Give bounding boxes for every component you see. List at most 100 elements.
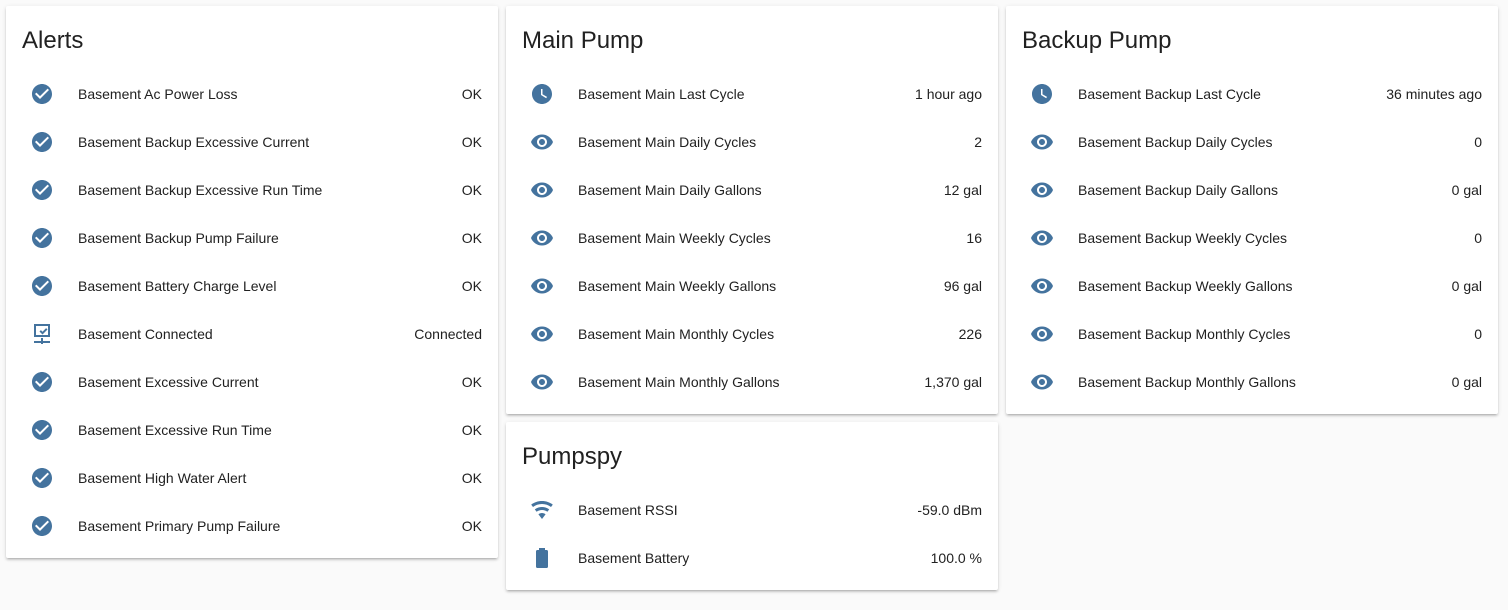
- entity-state: OK: [461, 134, 482, 150]
- entity-row[interactable]: Basement Main Weekly Cycles 16: [506, 214, 998, 262]
- entity-state: OK: [461, 230, 482, 246]
- entity-state: 16: [966, 230, 982, 246]
- card-title: Alerts: [22, 27, 84, 54]
- main-pump-card: Main Pump Basement Main Last Cycle 1 hour…: [506, 6, 998, 414]
- entity-name: Basement Backup Weekly Gallons: [1078, 278, 1293, 294]
- entity-state: 0: [1474, 134, 1482, 150]
- eye-icon: [1022, 314, 1062, 354]
- check-circle-icon: [22, 122, 62, 162]
- wifi-icon: [522, 490, 562, 530]
- entity-name: Basement Excessive Run Time: [78, 422, 272, 438]
- entity-state: OK: [461, 278, 482, 294]
- entity-state: 0 gal: [1451, 182, 1482, 198]
- eye-icon: [522, 170, 562, 210]
- entity-row[interactable]: Basement Connected Connected: [6, 310, 498, 358]
- entity-state: 96 gal: [943, 278, 982, 294]
- entity-name: Basement Backup Last Cycle: [1078, 86, 1261, 102]
- entity-row[interactable]: Basement Backup Pump Failure OK: [6, 214, 498, 262]
- eye-icon: [1022, 170, 1062, 210]
- entity-state: 2: [974, 134, 982, 150]
- check-circle-icon: [22, 410, 62, 450]
- entity-name: Basement Main Last Cycle: [578, 86, 745, 102]
- entity-row[interactable]: Basement Main Weekly Gallons 96 gal: [506, 262, 998, 310]
- check-circle-icon: [22, 74, 62, 114]
- entity-name: Basement Main Monthly Cycles: [578, 326, 775, 342]
- entity-row[interactable]: Basement Backup Monthly Gallons 0 gal: [1006, 358, 1498, 406]
- entity-state: OK: [461, 518, 482, 534]
- entity-state: OK: [461, 86, 482, 102]
- entity-row[interactable]: Basement Battery Charge Level OK: [6, 262, 498, 310]
- column-2: Main Pump Basement Main Last Cycle 1 hour…: [506, 6, 998, 598]
- entity-row[interactable]: Basement Primary Pump Failure OK: [6, 502, 498, 550]
- card-title: Main Pump: [522, 27, 644, 54]
- entity-row[interactable]: Basement Main Daily Cycles 2: [506, 118, 998, 166]
- entity-name: Basement Main Monthly Gallons: [578, 374, 780, 390]
- entity-row[interactable]: Basement Backup Daily Gallons 0 gal: [1006, 166, 1498, 214]
- entity-state: 0 gal: [1451, 374, 1482, 390]
- entity-list: Basement Backup Last Cycle 36 minutes ago…: [1006, 70, 1498, 406]
- alerts-card: Alerts Basement Ac Power Loss OK Basement …: [6, 6, 498, 558]
- entity-row[interactable]: Basement Backup Monthly Cycles 0: [1006, 310, 1498, 358]
- entity-state: OK: [461, 422, 482, 438]
- entity-name: Basement Backup Daily Gallons: [1078, 182, 1278, 198]
- check-circle-icon: [22, 362, 62, 402]
- entity-state: 1 hour ago: [915, 86, 982, 102]
- entity-name: Basement Ac Power Loss: [78, 86, 238, 102]
- entity-name: Basement Main Weekly Gallons: [578, 278, 777, 294]
- entity-name: Basement Battery: [578, 550, 690, 566]
- entity-name: Basement Battery Charge Level: [78, 278, 277, 294]
- entity-row[interactable]: Basement Backup Weekly Cycles 0: [1006, 214, 1498, 262]
- entity-row[interactable]: Basement Backup Excessive Current OK: [6, 118, 498, 166]
- eye-icon: [522, 218, 562, 258]
- entity-state: OK: [461, 374, 482, 390]
- entity-name: Basement Backup Excessive Run Time: [78, 182, 323, 198]
- entity-row[interactable]: Basement Main Daily Gallons 12 gal: [506, 166, 998, 214]
- entity-state: 0 gal: [1451, 278, 1482, 294]
- clock-icon: [1022, 74, 1062, 114]
- entity-name: Basement Backup Daily Cycles: [1078, 134, 1273, 150]
- entity-state: 226: [958, 326, 982, 342]
- entity-name: Basement Excessive Current: [78, 374, 259, 390]
- entity-state: -59.0 dBm: [917, 502, 982, 518]
- entity-row[interactable]: Basement Excessive Run Time OK: [6, 406, 498, 454]
- entity-name: Basement Main Daily Gallons: [578, 182, 762, 198]
- entity-list: Basement RSSI -59.0 dBm Basement Battery 10…: [506, 486, 998, 582]
- entity-row[interactable]: Basement Main Monthly Gallons 1,370 gal: [506, 358, 998, 406]
- entity-row[interactable]: Basement Battery 100.0 %: [506, 534, 998, 582]
- eye-icon: [522, 314, 562, 354]
- entity-list: Basement Ac Power Loss OK Basement Backup …: [6, 70, 498, 550]
- entity-name: Basement Main Daily Cycles: [578, 134, 757, 150]
- entity-row[interactable]: Basement Backup Weekly Gallons 0 gal: [1006, 262, 1498, 310]
- entity-row[interactable]: Basement Excessive Current OK: [6, 358, 498, 406]
- entity-row[interactable]: Basement Backup Last Cycle 36 minutes ago: [1006, 70, 1498, 118]
- entity-row[interactable]: Basement Ac Power Loss OK: [6, 70, 498, 118]
- eye-icon: [1022, 122, 1062, 162]
- entity-row[interactable]: Basement Main Monthly Cycles 226: [506, 310, 998, 358]
- eye-icon: [522, 266, 562, 306]
- check-circle-icon: [22, 266, 62, 306]
- eye-icon: [1022, 218, 1062, 258]
- entity-row[interactable]: Basement Backup Excessive Run Time OK: [6, 166, 498, 214]
- entity-name: Basement RSSI: [578, 502, 678, 518]
- check-circle-icon: [22, 218, 62, 258]
- entity-row[interactable]: Basement RSSI -59.0 dBm: [506, 486, 998, 534]
- eye-icon: [1022, 266, 1062, 306]
- entity-state: 36 minutes ago: [1386, 86, 1482, 102]
- entity-name: Basement Backup Excessive Current: [78, 134, 310, 150]
- eye-icon: [522, 122, 562, 162]
- entity-row[interactable]: Basement Backup Daily Cycles 0: [1006, 118, 1498, 166]
- entity-name: Basement High Water Alert: [78, 470, 247, 486]
- clock-icon: [522, 74, 562, 114]
- entity-state: OK: [461, 182, 482, 198]
- card-title: Backup Pump: [1022, 27, 1172, 54]
- entity-name: Basement Main Weekly Cycles: [578, 230, 771, 246]
- eye-icon: [522, 362, 562, 402]
- lan-connect-icon: [22, 314, 62, 354]
- column-1: Alerts Basement Ac Power Loss OK Basement …: [6, 6, 498, 566]
- entity-row[interactable]: Basement High Water Alert OK: [6, 454, 498, 502]
- battery-icon: [522, 538, 562, 578]
- check-circle-icon: [22, 506, 62, 546]
- entity-row[interactable]: Basement Main Last Cycle 1 hour ago: [506, 70, 998, 118]
- entity-state: 100.0 %: [930, 550, 982, 566]
- pumpspy-card: Pumpspy Basement RSSI -59.0 dBm Basement B…: [506, 422, 998, 590]
